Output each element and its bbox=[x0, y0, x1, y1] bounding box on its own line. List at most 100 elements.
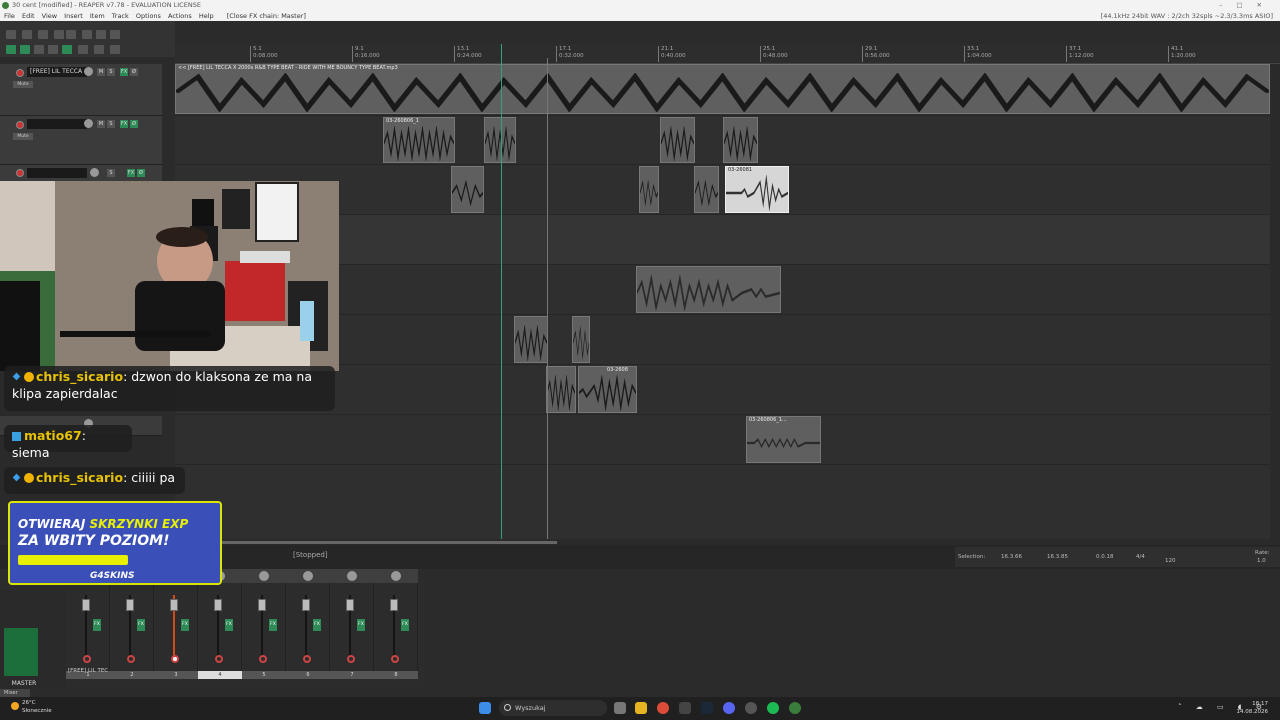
save-project-icon[interactable] bbox=[38, 30, 48, 39]
trim-icon[interactable] bbox=[110, 30, 120, 39]
media-item-vocal[interactable] bbox=[660, 117, 695, 163]
track-name[interactable]: [FREE] LIL TECCA bbox=[27, 67, 87, 77]
audio-device-info[interactable]: [44.1kHz 24bit WAV : 2/2ch 32spls ~2.3/3… bbox=[1101, 11, 1273, 21]
record-arm-button[interactable] bbox=[215, 655, 223, 663]
fx-button[interactable]: FX bbox=[120, 120, 128, 128]
pan-knob[interactable] bbox=[347, 571, 357, 581]
auto-crossfade-icon[interactable] bbox=[62, 45, 72, 54]
selection-start[interactable]: 16.3.66 bbox=[1001, 554, 1022, 560]
spotify-icon[interactable] bbox=[767, 702, 779, 714]
solo-button[interactable]: S bbox=[107, 169, 115, 177]
mute-button[interactable]: M bbox=[97, 68, 105, 76]
media-item-vocal[interactable]: 03-2608 bbox=[578, 366, 637, 413]
phase-button[interactable]: Ø bbox=[130, 68, 138, 76]
media-item-vocal[interactable] bbox=[639, 166, 659, 213]
automation-mode[interactable]: Mute bbox=[13, 81, 33, 88]
menu-actions[interactable]: Actions bbox=[168, 12, 192, 20]
volume-knob[interactable] bbox=[90, 168, 99, 177]
time-signature[interactable]: 4/4 bbox=[1136, 554, 1145, 560]
media-item-vocal[interactable] bbox=[546, 366, 576, 413]
record-arm-button[interactable] bbox=[16, 169, 24, 177]
start-icon[interactable] bbox=[479, 702, 491, 714]
record-arm-button[interactable] bbox=[347, 655, 355, 663]
track-name[interactable] bbox=[27, 119, 87, 129]
app-icon[interactable] bbox=[679, 702, 691, 714]
vertical-scrollbar[interactable] bbox=[1271, 64, 1280, 539]
menu-file[interactable]: File bbox=[4, 12, 15, 20]
undo-icon[interactable] bbox=[66, 30, 76, 39]
fx-button[interactable]: FX bbox=[269, 619, 277, 631]
fx-button[interactable]: FX bbox=[127, 169, 135, 177]
volume-fader[interactable] bbox=[82, 599, 90, 611]
rate-field[interactable]: 1.0 bbox=[1257, 558, 1266, 564]
task-view-icon[interactable] bbox=[614, 702, 626, 714]
record-arm-button[interactable] bbox=[16, 121, 24, 129]
fx-button[interactable]: FX bbox=[401, 619, 409, 631]
chrome-icon[interactable] bbox=[657, 702, 669, 714]
record-arm-button[interactable] bbox=[83, 655, 91, 663]
fx-button[interactable]: FX bbox=[120, 68, 128, 76]
menu-options[interactable]: Options bbox=[136, 12, 161, 20]
mute-button[interactable]: M bbox=[97, 120, 105, 128]
volume-fader[interactable] bbox=[126, 599, 134, 611]
volume-fader[interactable] bbox=[258, 599, 266, 611]
arrange-view[interactable]: << [FREE] LIL TECCA X 2000s R&B TYPE BEA… bbox=[175, 64, 1270, 539]
volume-fader[interactable] bbox=[346, 599, 354, 611]
timeline-ruler[interactable]: 5.1 0:08.000 9.1 0:16.000 13.1 0:24.000 17.… bbox=[175, 44, 1280, 64]
play-cursor[interactable] bbox=[501, 44, 502, 539]
track-header[interactable]: S FX Ø bbox=[0, 165, 162, 182]
media-item-vocal[interactable] bbox=[484, 117, 516, 163]
media-item-vocal[interactable] bbox=[636, 266, 781, 313]
open-project-icon[interactable] bbox=[22, 30, 32, 39]
volume-fader[interactable] bbox=[302, 599, 310, 611]
fx-button[interactable]: FX bbox=[313, 619, 321, 631]
fx-button[interactable]: FX bbox=[93, 619, 101, 631]
menu-track[interactable]: Track bbox=[112, 12, 129, 20]
record-arm-button[interactable] bbox=[303, 655, 311, 663]
media-item-vocal[interactable] bbox=[694, 166, 719, 213]
fx-button[interactable]: FX bbox=[181, 619, 189, 631]
record-arm-button[interactable] bbox=[16, 69, 24, 77]
media-item-beat[interactable]: << [FREE] LIL TECCA X 2000s R&B TYPE BEA… bbox=[175, 64, 1270, 114]
media-item-vocal[interactable]: 03-260806_1... bbox=[746, 416, 821, 463]
menu-close-fx-chain[interactable]: [Close FX chain: Master] bbox=[227, 12, 306, 20]
mixer-strip[interactable]: FX 7 bbox=[330, 569, 374, 679]
discord-icon[interactable] bbox=[723, 702, 735, 714]
menu-view[interactable]: View bbox=[42, 12, 57, 20]
lock-icon[interactable] bbox=[94, 45, 104, 54]
fx-button[interactable]: FX bbox=[357, 619, 365, 631]
media-item-vocal[interactable] bbox=[451, 166, 484, 213]
volume-fader[interactable] bbox=[170, 599, 178, 611]
new-project-icon[interactable] bbox=[6, 30, 16, 39]
menu-item[interactable]: Item bbox=[90, 12, 105, 20]
system-clock[interactable]: 18:17 14.08.2026 bbox=[1237, 700, 1269, 716]
record-arm-button[interactable] bbox=[259, 655, 267, 663]
metronome-icon[interactable] bbox=[96, 30, 106, 39]
media-item-vocal[interactable]: 03-260806_1 bbox=[383, 117, 455, 163]
volume-fader[interactable] bbox=[390, 599, 398, 611]
media-item-vocal[interactable] bbox=[514, 316, 548, 363]
mixer-strip[interactable]: FX 5 bbox=[242, 569, 286, 679]
pan-knob[interactable] bbox=[303, 571, 313, 581]
fx-enable-button[interactable]: Ø bbox=[130, 120, 138, 128]
fx-enable-button[interactable]: Ø bbox=[137, 169, 145, 177]
media-item-selected[interactable]: 03-26081 bbox=[725, 166, 789, 213]
envelope-icon[interactable] bbox=[78, 45, 88, 54]
media-item-vocal[interactable] bbox=[723, 117, 758, 163]
reaper-taskbar-icon[interactable] bbox=[789, 702, 801, 714]
media-item-vocal[interactable] bbox=[572, 316, 590, 363]
volume-knob[interactable] bbox=[84, 119, 93, 128]
ripple-icon[interactable] bbox=[34, 45, 44, 54]
snap-icon[interactable] bbox=[20, 45, 30, 54]
pan-knob[interactable] bbox=[391, 571, 401, 581]
record-arm-button[interactable] bbox=[391, 655, 399, 663]
file-explorer-icon[interactable] bbox=[635, 702, 647, 714]
solo-button[interactable]: S bbox=[107, 120, 115, 128]
obs-icon[interactable] bbox=[745, 702, 757, 714]
volume-fader[interactable] bbox=[214, 599, 222, 611]
record-arm-button[interactable] bbox=[171, 655, 179, 663]
volume-knob[interactable] bbox=[84, 67, 93, 76]
solo-button[interactable]: S bbox=[107, 68, 115, 76]
pan-knob[interactable] bbox=[259, 571, 269, 581]
window-controls[interactable]: –□✕ bbox=[1219, 0, 1276, 11]
